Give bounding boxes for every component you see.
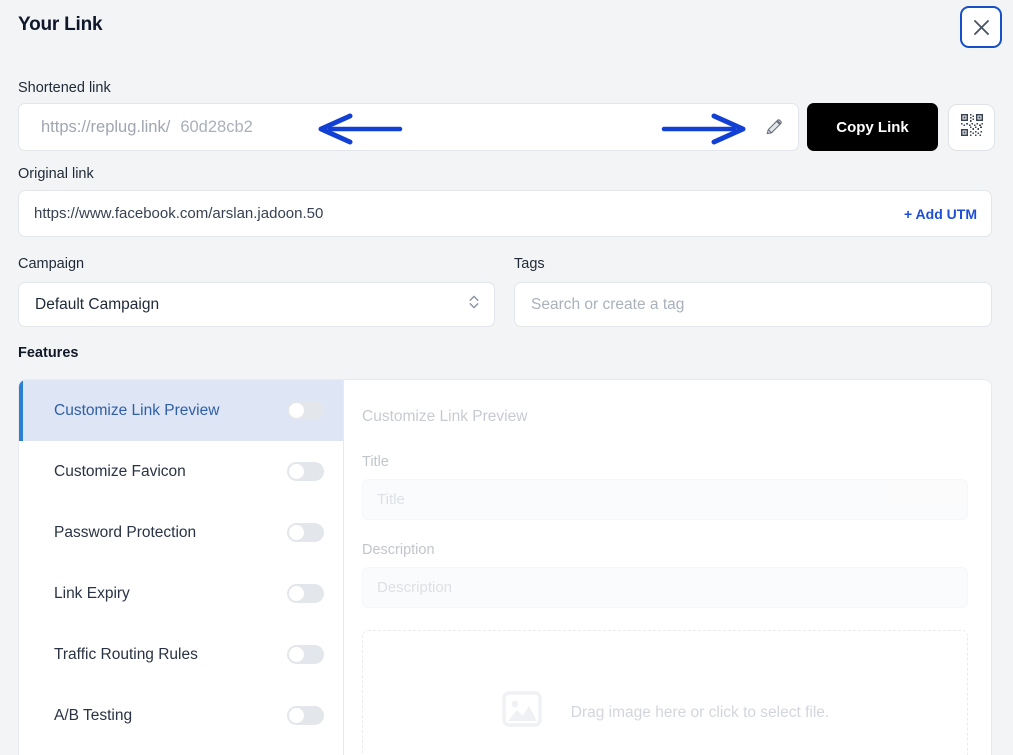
shortened-link-slug: 60d28cb2	[180, 117, 253, 136]
shortened-link-row: https://replug.link/ 60d28cb2 Copy Link	[18, 103, 995, 151]
close-icon	[972, 18, 991, 37]
shortened-link-domain: https://replug.link/	[41, 117, 171, 136]
shortened-link-input[interactable]: https://replug.link/ 60d28cb2	[18, 103, 799, 151]
close-button[interactable]	[960, 6, 1002, 48]
shortened-link-label: Shortened link	[18, 80, 111, 96]
feature-item-link-expiry[interactable]: Link Expiry	[19, 563, 343, 624]
feature-toggle-password-protection[interactable]	[287, 523, 324, 542]
modal-header	[0, 0, 1013, 55]
feature-toggle-traffic-routing-rules[interactable]	[287, 645, 324, 664]
dropzone-text: Drag image here or click to select file.	[570, 703, 830, 721]
tags-input[interactable]: Search or create a tag	[514, 282, 992, 327]
features-list: Customize Link Preview Customize Favicon…	[19, 380, 344, 755]
original-link-value: https://www.facebook.com/arslan.jadoon.5…	[34, 205, 324, 222]
detail-title-placeholder: Title	[377, 491, 405, 508]
feature-toggle-ab-testing[interactable]	[287, 706, 324, 725]
detail-title-label: Title	[362, 454, 389, 470]
chevron-up-down-icon	[468, 292, 480, 317]
feature-item-customize-link-preview[interactable]: Customize Link Preview	[19, 380, 343, 441]
original-link-input[interactable]: https://www.facebook.com/arslan.jadoon.5…	[18, 190, 992, 237]
feature-item-customize-favicon[interactable]: Customize Favicon	[19, 441, 343, 502]
feature-toggle-customize-favicon[interactable]	[287, 462, 324, 481]
feature-label: Customize Link Preview	[54, 401, 220, 419]
feature-item-ab-testing[interactable]: A/B Testing	[19, 685, 343, 746]
tags-label: Tags	[514, 256, 545, 272]
features-label: Features	[18, 345, 79, 361]
feature-label: Traffic Routing Rules	[54, 645, 198, 663]
feature-detail-panel: Customize Link Preview Title Title Descr…	[344, 380, 991, 755]
campaign-selected-value: Default Campaign	[35, 295, 160, 313]
add-utm-link[interactable]: + Add UTM	[904, 206, 977, 222]
tags-placeholder: Search or create a tag	[531, 295, 685, 313]
feature-label: Customize Favicon	[54, 462, 186, 480]
qr-code-icon	[959, 112, 985, 143]
original-link-label: Original link	[18, 166, 94, 182]
detail-title-input[interactable]: Title	[362, 479, 968, 520]
pencil-icon[interactable]	[762, 115, 786, 139]
campaign-label: Campaign	[18, 256, 85, 272]
detail-description-label: Description	[362, 542, 435, 558]
feature-item-password-protection[interactable]: Password Protection	[19, 502, 343, 563]
qr-code-button[interactable]	[948, 103, 995, 151]
feature-label: Link Expiry	[54, 584, 130, 602]
image-placeholder-icon	[501, 691, 543, 734]
feature-label: A/B Testing	[54, 706, 133, 724]
image-dropzone[interactable]: Drag image here or click to select file.	[362, 630, 968, 755]
detail-panel-title: Customize Link Preview	[362, 408, 528, 425]
detail-description-input[interactable]: Description	[362, 567, 968, 608]
feature-label: Password Protection	[54, 523, 197, 541]
feature-toggle-customize-link-preview[interactable]	[287, 401, 324, 420]
detail-description-placeholder: Description	[377, 579, 453, 596]
feature-item-traffic-routing-rules[interactable]: Traffic Routing Rules	[19, 624, 343, 685]
campaign-select[interactable]: Default Campaign	[18, 282, 495, 327]
copy-link-button[interactable]: Copy Link	[807, 103, 938, 151]
page-title: Your Link	[18, 14, 103, 35]
features-panel: Customize Link Preview Customize Favicon…	[18, 379, 992, 755]
feature-toggle-link-expiry[interactable]	[287, 584, 324, 603]
